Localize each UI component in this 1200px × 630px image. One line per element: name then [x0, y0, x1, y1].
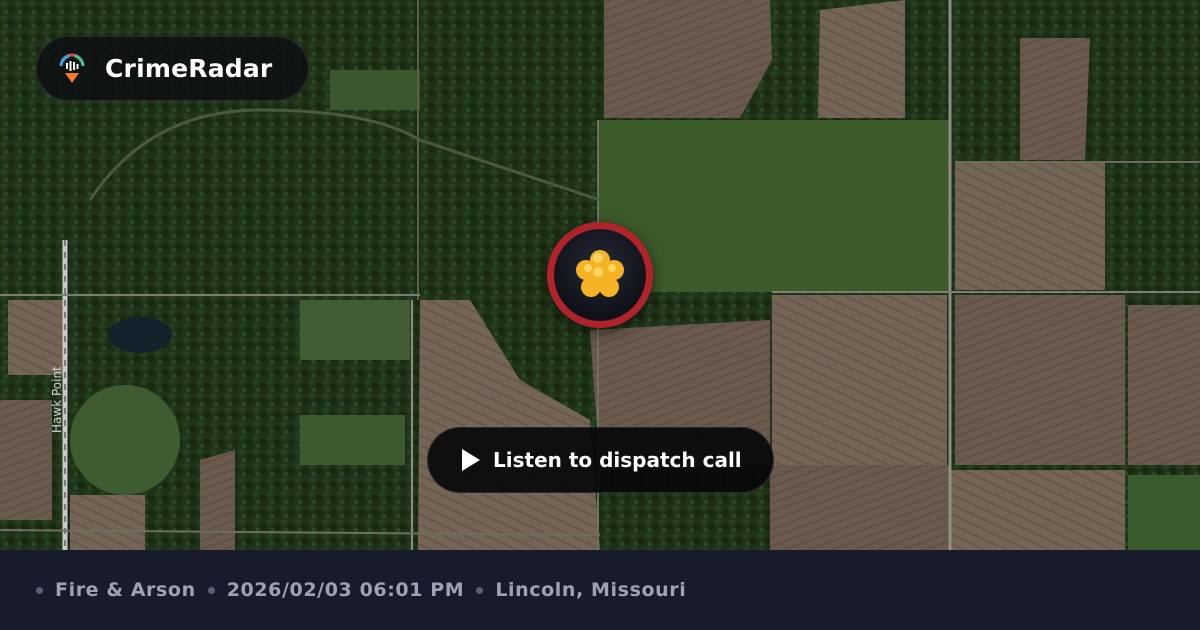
- meta-datetime: 2026/02/03 06:01 PM: [207, 579, 465, 601]
- listen-dispatch-button[interactable]: Listen to dispatch call: [427, 427, 774, 493]
- meta-category-text: Fire & Arson: [55, 579, 196, 601]
- meta-location: Lincoln, Missouri: [476, 579, 686, 601]
- play-icon: [462, 449, 480, 471]
- incident-meta-bar: Fire & Arson 2026/02/03 06:01 PM Lincoln…: [0, 550, 1200, 630]
- fire-icon: [576, 250, 624, 297]
- incident-marker[interactable]: [547, 222, 653, 328]
- brand-pill[interactable]: CrimeRadar: [36, 36, 309, 101]
- road-label: Hawk Point: [50, 366, 64, 433]
- listen-dispatch-label: Listen to dispatch call: [493, 448, 742, 472]
- meta-datetime-text: 2026/02/03 06:01 PM: [226, 579, 465, 601]
- crimeradar-logo-icon: [59, 53, 85, 83]
- bullet-icon: [476, 586, 484, 594]
- meta-location-text: Lincoln, Missouri: [495, 579, 687, 601]
- meta-category: Fire & Arson: [36, 579, 196, 601]
- brand-name: CrimeRadar: [105, 54, 273, 83]
- bullet-icon: [207, 586, 215, 594]
- bullet-icon: [36, 586, 43, 594]
